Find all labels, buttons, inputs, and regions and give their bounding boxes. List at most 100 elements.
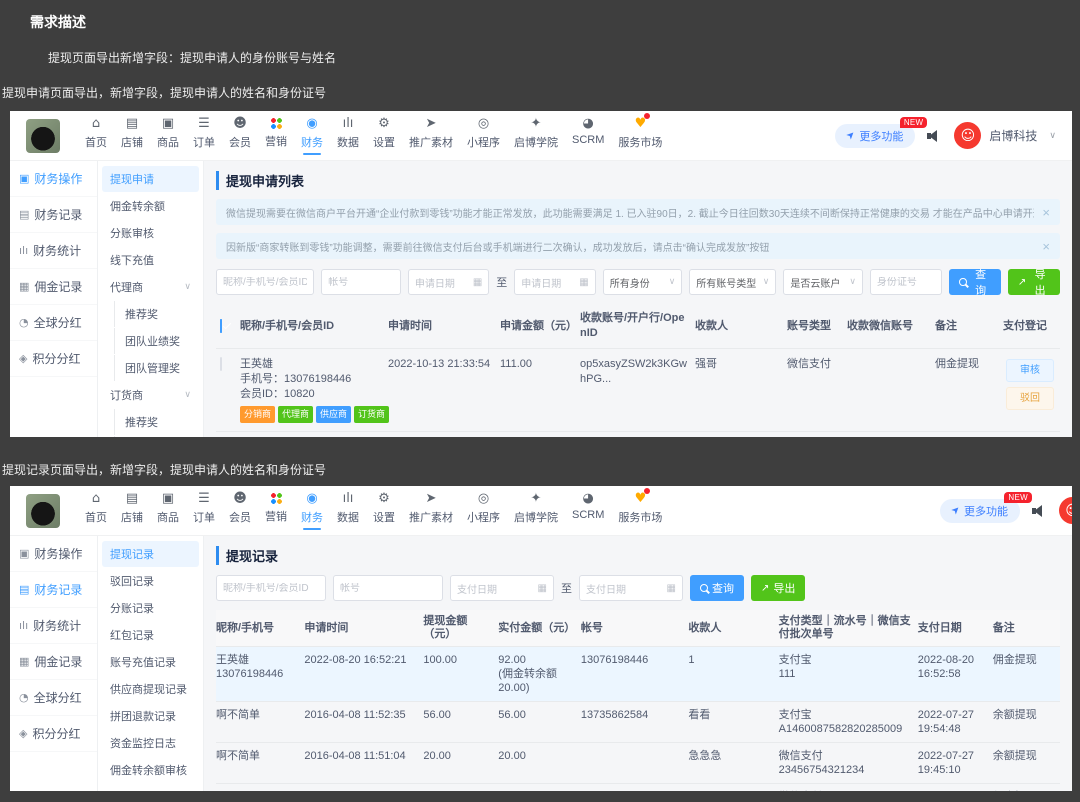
- nav-item-academy[interactable]: ✦ 启博学院: [514, 491, 558, 525]
- member-cell: 王英雄手机号：13076198446会员ID：10820分销商代理商供应商订货商: [240, 432, 388, 437]
- sidebar-item-op[interactable]: ▣ 财务操作: [10, 161, 97, 197]
- submenu-item[interactable]: 驳回记录: [102, 568, 199, 594]
- submenu-item-label: 驳回记录: [110, 576, 154, 588]
- submenu-item[interactable]: 推荐奖: [114, 409, 199, 435]
- review-button[interactable]: 审核: [1006, 359, 1054, 382]
- select-dropdown[interactable]: 是否云账户 ∨: [783, 269, 863, 295]
- search-button[interactable]: 查询: [948, 269, 1001, 297]
- nav-item-home[interactable]: ⌂ 首页: [85, 491, 107, 525]
- more-features-button[interactable]: ➤ 更多功能 NEW: [835, 116, 928, 148]
- text-input[interactable]: [223, 276, 308, 288]
- search-button[interactable]: 查询: [690, 575, 744, 601]
- nav-item-member[interactable]: ☻ 会员: [229, 491, 251, 525]
- nav-item-settings[interactable]: ⚙ 设置: [373, 491, 395, 525]
- submenu-item[interactable]: 提现申请: [102, 166, 199, 192]
- select-dropdown[interactable]: 所有账号类型 ∨: [689, 269, 777, 295]
- more-features-button[interactable]: ➤ 更多功能 NEW: [939, 491, 1032, 523]
- select-dropdown[interactable]: 所有身份 ∨: [602, 269, 683, 295]
- close-icon[interactable]: ×: [1042, 205, 1050, 220]
- nav-item-academy[interactable]: ✦ 启博学院: [514, 116, 558, 150]
- text-input[interactable]: [328, 276, 394, 288]
- submenu-item[interactable]: 线下充值: [102, 247, 199, 273]
- nav-item-settings[interactable]: ⚙ 设置: [373, 116, 395, 150]
- stat-icon: ılı: [19, 244, 29, 257]
- export-button[interactable]: ↗ 导出: [751, 575, 806, 601]
- nav-item-data[interactable]: ılı 数据: [337, 491, 359, 525]
- reject-button[interactable]: 驳回: [1006, 387, 1054, 410]
- note-cell: 佣金提现: [935, 358, 979, 370]
- submenu-item[interactable]: 资金监控日志: [102, 730, 199, 756]
- text-input[interactable]: [340, 582, 436, 594]
- text-input[interactable]: [223, 582, 319, 594]
- export-button[interactable]: ↗ 导出: [1007, 269, 1061, 297]
- announcement-speaker-icon[interactable]: [927, 129, 942, 143]
- announcement-speaker-icon[interactable]: [1032, 504, 1047, 518]
- submenu-item[interactable]: 供应商提现记录: [102, 676, 199, 702]
- sidebar-item-comm[interactable]: ▦ 佣金记录: [10, 269, 97, 305]
- row-checkbox[interactable]: [220, 357, 222, 371]
- nav-label: 小程序: [467, 137, 500, 149]
- nav-item-finance[interactable]: ◉ 财务: [301, 491, 323, 530]
- nav-item-scrm[interactable]: ◕ SCRM: [572, 491, 604, 521]
- sidebar-item-op[interactable]: ▣ 财务操作: [10, 536, 97, 572]
- nav-item-order[interactable]: ☰ 订单: [193, 116, 215, 150]
- op-icon: ▣: [19, 547, 30, 560]
- nav-item-promo[interactable]: ➤ 推广素材: [409, 116, 453, 150]
- nav-item-marketing[interactable]: 营销: [265, 116, 287, 149]
- submenu-item[interactable]: 订货商 ∨: [102, 382, 199, 408]
- chevron-down-icon[interactable]: ∨: [1049, 131, 1056, 141]
- sidebar-item-pts[interactable]: ◈ 积分分红: [10, 716, 97, 752]
- nav-item-scrm[interactable]: ◕ SCRM: [572, 116, 604, 146]
- nav-item-miniapp[interactable]: ◎ 小程序: [467, 116, 500, 150]
- nav-item-marketing[interactable]: 营销: [265, 491, 287, 524]
- text-input[interactable]: [876, 276, 935, 288]
- sidebar-item-pts[interactable]: ◈ 积分分红: [10, 341, 97, 377]
- submenu-item[interactable]: 账号充值记录: [102, 649, 199, 675]
- date-input[interactable]: 申请日期 ▦: [407, 269, 490, 295]
- nav-item-market[interactable]: ♥ 服务市场: [618, 488, 662, 525]
- nav-item-data[interactable]: ılı 数据: [337, 116, 359, 150]
- nav-item-home[interactable]: ⌂ 首页: [85, 116, 107, 150]
- nav-item-member[interactable]: ☻ 会员: [229, 116, 251, 150]
- sidebar-item-rec[interactable]: ▤ 财务记录: [10, 197, 97, 233]
- submenu-item[interactable]: 团队业绩奖: [114, 436, 199, 437]
- nav-item-shop[interactable]: ▤ 店铺: [121, 116, 143, 150]
- close-icon[interactable]: ×: [1042, 239, 1050, 254]
- date-input[interactable]: 支付日期 ▦: [450, 575, 554, 601]
- company-avatar[interactable]: ☺: [954, 122, 982, 149]
- date-input[interactable]: 支付日期 ▦: [579, 575, 683, 601]
- sidebar-item-stat[interactable]: ılı 财务统计: [10, 608, 97, 644]
- nav-item-shop[interactable]: ▤ 店铺: [121, 491, 143, 525]
- submenu-item[interactable]: 红包记录: [102, 622, 199, 648]
- topbar-right-2: ➤更多功能 NEW ☺: [939, 491, 1072, 524]
- sidebar-item-globe[interactable]: ◔ 全球分红: [10, 305, 97, 341]
- submenu-item[interactable]: 提现记录: [102, 541, 199, 567]
- sidebar-item-stat[interactable]: ılı 财务统计: [10, 233, 97, 269]
- submenu-item[interactable]: 分账审核: [102, 220, 199, 246]
- submenu-item[interactable]: 佣金转余额审核: [102, 757, 199, 783]
- submenu-item[interactable]: 推荐奖: [114, 301, 199, 327]
- submenu-item[interactable]: 分账记录: [102, 595, 199, 621]
- submenu-item[interactable]: 拼团退款记录: [102, 703, 199, 729]
- company-avatar[interactable]: ☺: [1059, 497, 1072, 524]
- nav-item-market[interactable]: ♥ 服务市场: [618, 113, 662, 150]
- nav-label: 营销: [265, 136, 287, 148]
- submenu-item[interactable]: 通联分账记录: [102, 784, 199, 791]
- home-icon: ⌂: [91, 116, 101, 131]
- date-input[interactable]: 申请日期 ▦: [514, 269, 596, 295]
- nav-item-promo[interactable]: ➤ 推广素材: [409, 491, 453, 525]
- sidebar-item-globe[interactable]: ◔ 全球分红: [10, 680, 97, 716]
- nav-item-miniapp[interactable]: ◎ 小程序: [467, 491, 500, 525]
- sidebar-item-comm[interactable]: ▦ 佣金记录: [10, 644, 97, 680]
- sidebar-item-rec[interactable]: ▤ 财务记录: [10, 572, 97, 608]
- select-all-checkbox[interactable]: [220, 318, 222, 333]
- actions-cell: 审核驳回: [1003, 432, 1058, 437]
- submenu-item[interactable]: 团队管理奖: [114, 355, 199, 381]
- submenu-item[interactable]: 团队业绩奖: [114, 328, 199, 354]
- nav-item-order[interactable]: ☰ 订单: [193, 491, 215, 525]
- nav-item-finance[interactable]: ◉ 财务: [301, 116, 323, 155]
- nav-item-goods[interactable]: ▣ 商品: [157, 116, 179, 150]
- nav-item-goods[interactable]: ▣ 商品: [157, 491, 179, 525]
- submenu-item[interactable]: 佣金转余额: [102, 193, 199, 219]
- submenu-item[interactable]: 代理商 ∨: [102, 274, 199, 300]
